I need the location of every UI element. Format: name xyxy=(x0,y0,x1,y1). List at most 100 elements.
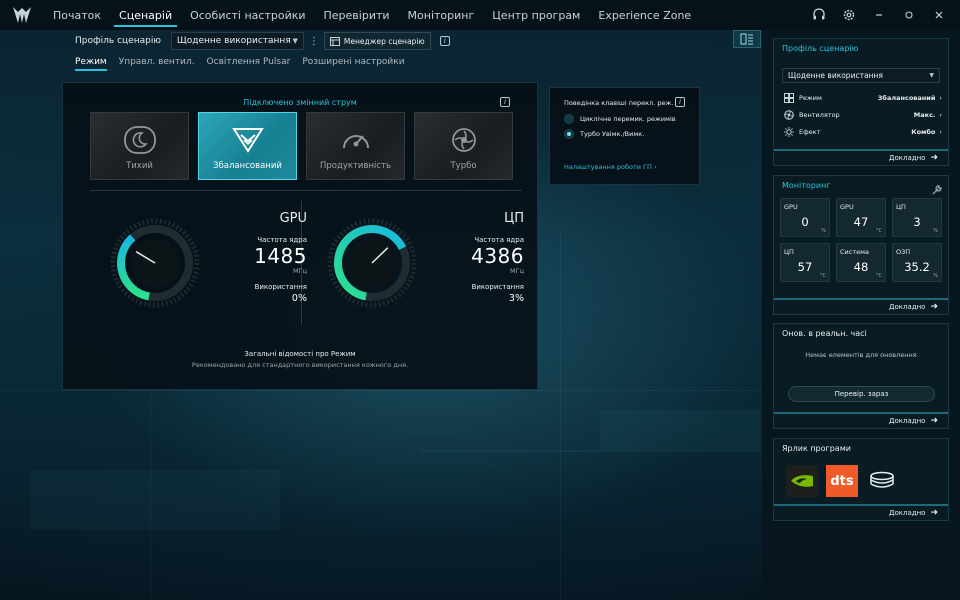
manager-icon xyxy=(329,36,340,46)
nav-experience-zone[interactable]: Experience Zone xyxy=(589,0,700,30)
mode-quiet-button[interactable]: Тихий xyxy=(90,112,189,180)
balance-icon xyxy=(231,128,264,153)
sidebar-toggle-button[interactable] xyxy=(733,30,761,48)
cpu-freq-label: Частота ядра xyxy=(474,236,524,244)
profile-row-fan[interactable]: Вентилятор Макс. › xyxy=(784,110,942,120)
nav-personal-settings[interactable]: Особисті настройки xyxy=(181,0,314,30)
mode-performance-button[interactable]: Продуктивність xyxy=(306,112,405,180)
divider xyxy=(90,190,522,191)
cpu-gauge xyxy=(327,218,417,308)
scenario-manager-button[interactable]: Менеджер сценарію xyxy=(323,32,431,50)
dts-logo-text: dts xyxy=(830,473,854,489)
dts-icon[interactable]: dts xyxy=(826,465,858,497)
mode-quiet-label: Тихий xyxy=(126,161,153,171)
kebab-menu-icon[interactable]: ⋮ xyxy=(308,36,320,47)
gpu-freq-value: 1485 xyxy=(254,244,307,268)
restore-icon[interactable] xyxy=(896,2,922,28)
gpu-title: GPU xyxy=(279,211,307,226)
arrow-right-icon: ➜ xyxy=(930,302,938,312)
radio-button[interactable] xyxy=(564,129,574,139)
profile-row-mode[interactable]: Режим Збалансований › xyxy=(784,93,942,103)
monitor-cell-unit: % xyxy=(933,273,938,279)
tab-fan-control[interactable]: Управл. вентил. xyxy=(119,57,195,71)
monitor-cell-unit: % xyxy=(933,228,938,234)
profile-row-label: Ефект xyxy=(799,128,821,136)
profile-card-select-value: Щоденне використання xyxy=(788,71,883,80)
key-panel-title: Поведінка клавіші перекл. реж. xyxy=(564,99,674,107)
monitoring-details-link[interactable]: Докладно ➜ xyxy=(774,298,948,314)
monitor-cell-label: ОЗП xyxy=(896,248,911,256)
mode-summary-title: Загальні відомості про Режим xyxy=(244,350,356,358)
nav-monitoring[interactable]: Моніторинг xyxy=(399,0,484,30)
info-icon[interactable]: i xyxy=(439,36,450,46)
nav-scenario[interactable]: Сценарій xyxy=(110,0,181,30)
mode-grid-icon xyxy=(784,93,794,103)
mode-summary-desc: Рекомендовано для стандартного використа… xyxy=(191,361,409,369)
tab-mode[interactable]: Режим xyxy=(75,57,107,71)
fan-icon xyxy=(784,110,794,120)
monitor-cell-cpu-usage: ЦП 3% xyxy=(892,198,942,237)
cpu-freq-value: 4386 xyxy=(471,244,524,268)
profile-select[interactable]: Щоденне використання ▼ xyxy=(170,32,304,50)
gpu-usage-label: Використання xyxy=(254,283,307,291)
radio-cycle-label: Циклічне перемик. режимів xyxy=(580,115,676,123)
chevron-down-icon: ▼ xyxy=(929,72,934,79)
monitor-cell-unit: % xyxy=(821,228,826,234)
arrow-right-icon: ➜ xyxy=(930,416,938,426)
profile-card-select[interactable]: Щоденне використання ▼ xyxy=(782,68,940,83)
gear-icon[interactable] xyxy=(836,2,862,28)
radio-turbo-toggle[interactable]: Турбо Увімк./Вимк. xyxy=(564,129,644,139)
gpu-gauge-block: GPU Частота ядра 1485 МГц Використання 0… xyxy=(107,207,307,317)
minimize-icon[interactable] xyxy=(866,2,892,28)
mode-selector: Тихий Збалансований Продуктивність Турбо xyxy=(90,112,513,180)
mode-info-icon[interactable]: i xyxy=(500,97,510,107)
top-nav-bar: Початок Сценарій Особисті настройки Пере… xyxy=(0,0,960,30)
profile-row-effect[interactable]: Ефект Комбо › xyxy=(784,127,942,137)
nav-home[interactable]: Початок xyxy=(44,0,110,30)
profile-row-value: Комбо xyxy=(911,128,936,136)
moon-icon xyxy=(123,126,156,154)
monitor-cell-value: 0 xyxy=(801,215,809,229)
scenario-manager-label: Менеджер сценарію xyxy=(343,36,425,46)
chevron-right-icon: › xyxy=(939,111,942,119)
monitor-cell-unit: °C xyxy=(876,273,882,279)
headset-icon[interactable] xyxy=(806,2,832,28)
mode-balanced-button[interactable]: Збалансований xyxy=(198,112,297,180)
mode-balanced-label: Збалансований xyxy=(213,161,282,171)
profile-details-link[interactable]: Докладно ➜ xyxy=(774,149,948,165)
close-icon[interactable] xyxy=(926,2,952,28)
nvidia-icon[interactable] xyxy=(786,465,818,497)
monitoring-card: Моніторинг GPU 0% GPU 47 °C ЦП 3% ЦП 57 °C Сис… xyxy=(773,175,949,315)
realtime-details-link[interactable]: Докладно ➜ xyxy=(774,412,948,428)
gpu-freq-label: Частота ядра xyxy=(257,236,307,244)
nav-app-center[interactable]: Центр програм xyxy=(483,0,589,30)
profile-card-title: Профіль сценарію xyxy=(782,44,859,53)
monitor-cell-system-temp: Система 48 °C xyxy=(836,243,886,282)
monitor-cell-label: Система xyxy=(840,248,870,256)
radio-cycle-modes[interactable]: Циклічне перемик. режимів xyxy=(564,114,676,124)
check-now-button[interactable]: Перевір. зараз xyxy=(788,386,935,402)
gpu-usage-value: 0% xyxy=(291,293,307,304)
monitor-cell-ram-usage: ОЗП 35.2% xyxy=(892,243,942,282)
speedometer-icon xyxy=(342,135,369,149)
disk-stack-icon[interactable] xyxy=(866,465,898,497)
arrow-right-icon: ➜ xyxy=(930,508,938,518)
shortcut-details-link[interactable]: Докладно ➜ xyxy=(774,504,948,520)
tab-advanced-settings[interactable]: Розширені настройки xyxy=(302,57,404,71)
gpu-settings-link[interactable]: Налаштування роботи ГП › xyxy=(564,163,657,171)
monitor-cell-value: 48 xyxy=(853,260,869,274)
mode-turbo-button[interactable]: Турбо xyxy=(414,112,513,180)
monitor-cell-gpu-usage: GPU 0% xyxy=(780,198,830,237)
monitor-cell-gpu-temp: GPU 47 °C xyxy=(836,198,886,237)
profile-card: Профіль сценарію Щоденне використання ▼ … xyxy=(773,38,949,166)
chevron-right-icon: › xyxy=(939,128,942,136)
profile-row: Профіль сценарію Щоденне використання ▼ … xyxy=(75,32,450,50)
wrench-icon[interactable] xyxy=(932,180,942,199)
key-info-icon[interactable]: i xyxy=(675,97,685,107)
tab-pulsar-lighting[interactable]: Освітлення Pulsar xyxy=(207,57,291,71)
radio-button[interactable] xyxy=(564,114,574,124)
nav-check[interactable]: Перевірити xyxy=(315,0,399,30)
monitor-cell-label: ЦП xyxy=(784,248,794,256)
cpu-usage-value: 3% xyxy=(508,293,524,304)
monitor-cell-value: 3 xyxy=(913,215,921,229)
